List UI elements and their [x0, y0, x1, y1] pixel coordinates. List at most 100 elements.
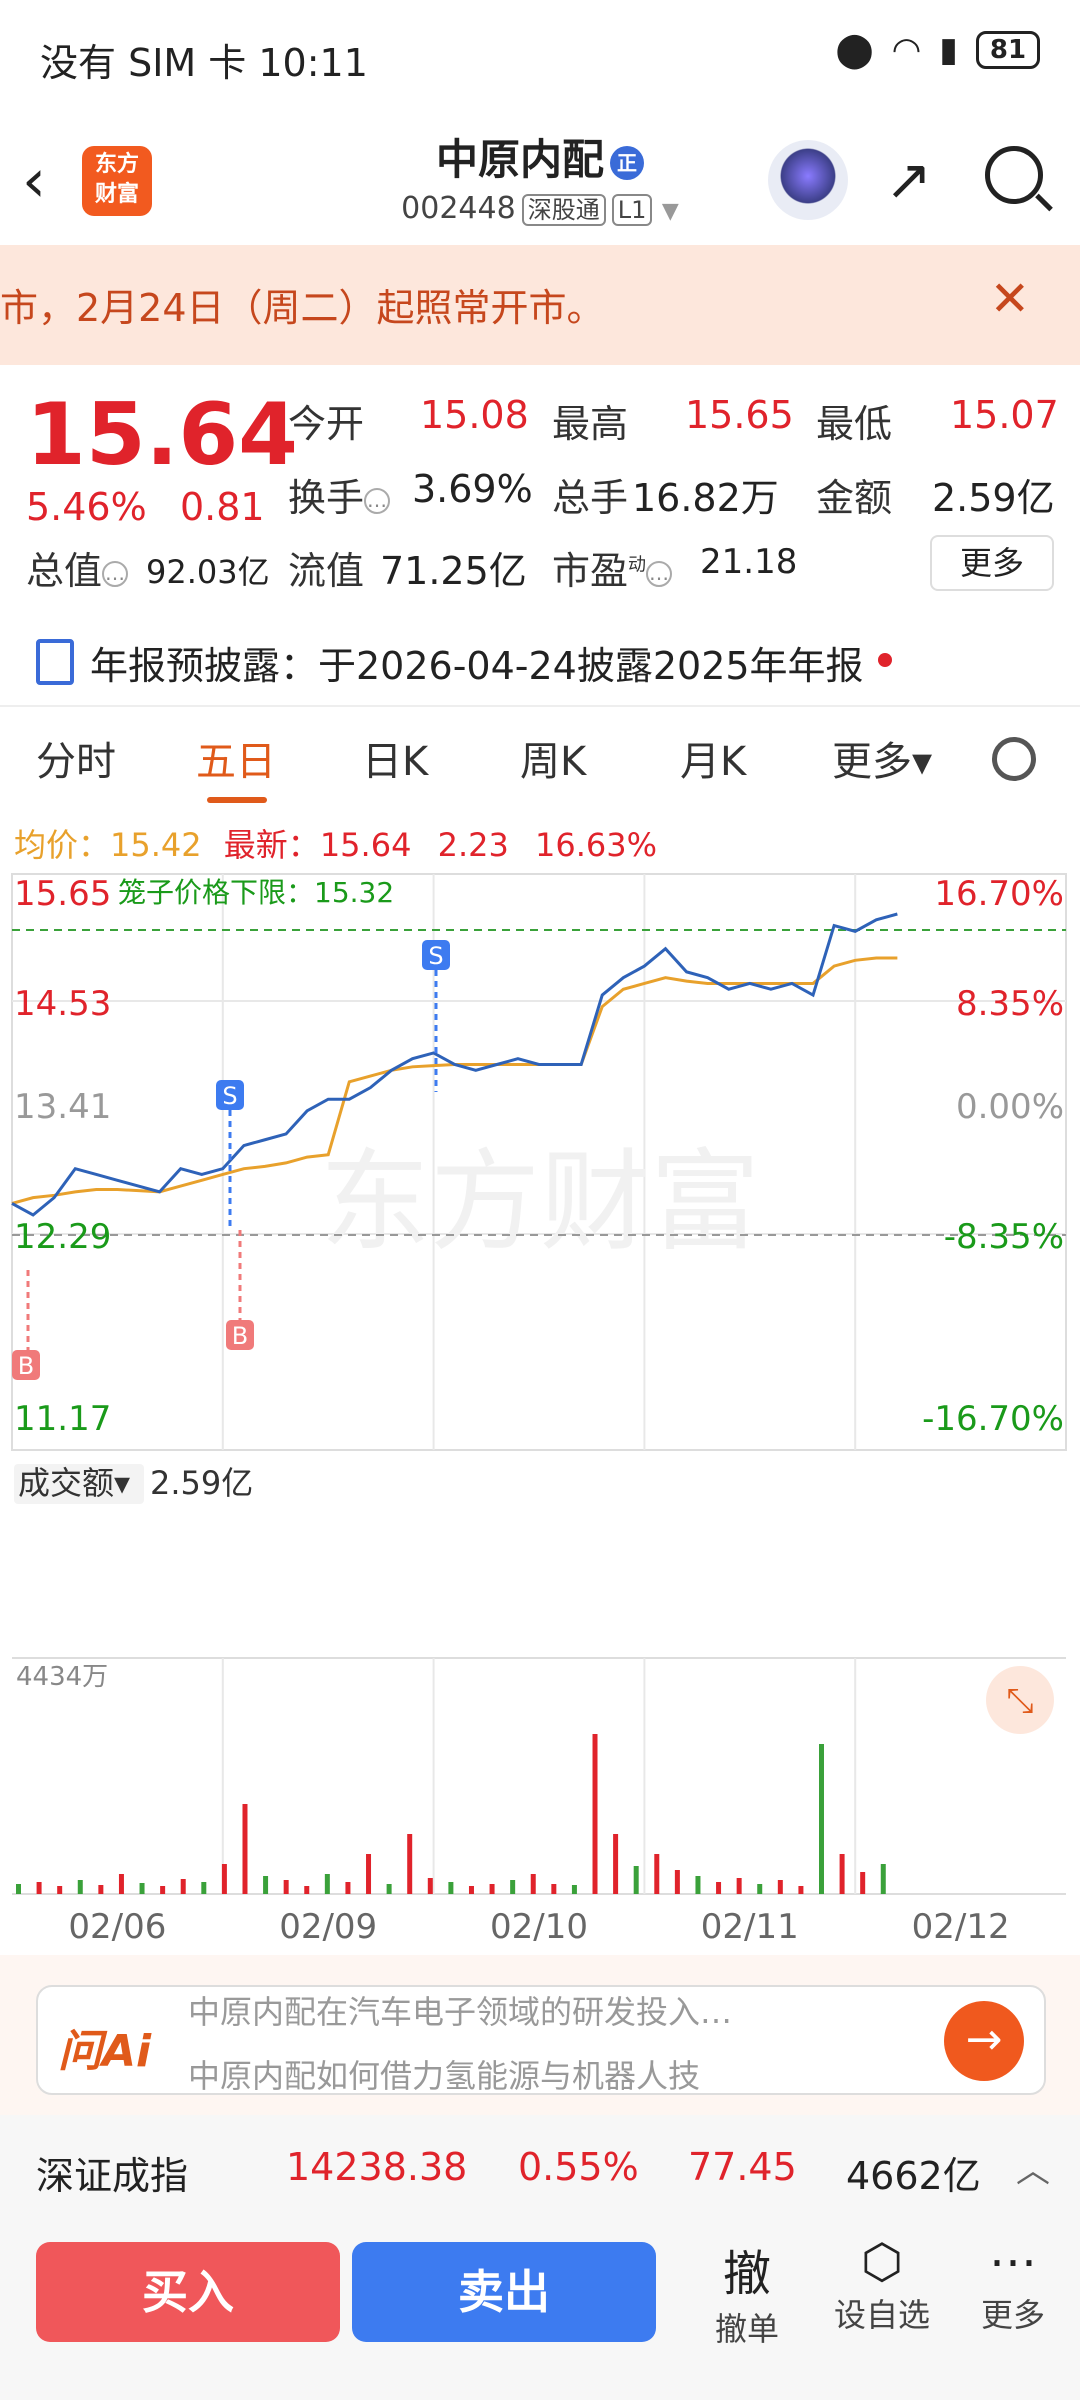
ai-robot-icon[interactable] — [768, 140, 848, 220]
volume-bar — [654, 1854, 660, 1894]
volume-bar — [98, 1885, 104, 1894]
tab-daily-k[interactable]: 日K — [362, 729, 428, 787]
more-button[interactable]: 更多 — [930, 535, 1054, 591]
volume-bar — [489, 1884, 495, 1894]
volume-bar — [468, 1886, 474, 1894]
index-bar[interactable]: 深证成指 14238.38 0.55% 77.45 4662亿 ︿ — [0, 2115, 1080, 2220]
volume-bar — [324, 1874, 330, 1894]
high-label: 最高 — [552, 402, 629, 446]
volume-bar — [757, 1884, 763, 1894]
ai-banner: 问Ai 中原内配在汽车电子领域的研发投入… 中原内配如何借力氢能源与机器人技 → — [0, 1955, 1080, 2115]
quote-panel: 15.64 5.46% 0.81 今开 15.08 最高 15.65 最低 15… — [0, 375, 1080, 615]
amount-label: 金额 — [816, 476, 893, 520]
low-label: 最低 — [816, 402, 893, 446]
turnover-label: 换手… — [288, 467, 391, 522]
volume-bar — [366, 1854, 372, 1894]
index-name: 深证成指 — [36, 2154, 189, 2198]
volume-bar — [695, 1876, 701, 1894]
volume-bar — [221, 1864, 227, 1894]
volume-bar — [160, 1886, 166, 1894]
share-icon[interactable]: ↗ — [885, 148, 932, 213]
unread-dot — [878, 653, 892, 667]
volume-bar — [819, 1744, 825, 1894]
price-tick: 11.17 — [14, 1399, 111, 1439]
volume-bar — [674, 1870, 680, 1894]
volume-bar — [777, 1880, 783, 1894]
volume-bar — [716, 1882, 722, 1894]
add-watchlist-button[interactable]: ⬡ 设自选 — [826, 2234, 938, 2336]
price-change: 0.81 — [180, 485, 265, 529]
tab-five-day[interactable]: 五日 — [196, 729, 276, 787]
high-value: 15.65 — [685, 393, 794, 437]
hexagon-icon: ⬡ — [861, 2234, 903, 2290]
pe-value: 21.18 — [700, 542, 798, 582]
volume-bar — [201, 1882, 207, 1894]
volume-bar — [613, 1834, 619, 1894]
volume-bar — [551, 1884, 557, 1894]
bottom-nav: 买入 卖出 撤 撤单 ⬡ 设自选 ⋯ 更多 — [0, 2220, 1080, 2400]
volume-bar — [839, 1854, 845, 1894]
tag-shenguton: 深股通 — [521, 194, 606, 226]
more-menu-button[interactable]: ⋯ 更多 — [968, 2234, 1058, 2336]
pct-tick: 16.70% — [934, 874, 1064, 914]
close-icon[interactable]: ✕ — [990, 271, 1030, 327]
volume-bar — [407, 1834, 413, 1894]
app-header: ‹ 东方 财富 中原内配正 002448 深股通 L1 ▼ ↗ — [0, 110, 1080, 245]
pct-tick: 8.35% — [956, 984, 1064, 1024]
volume-bar — [427, 1878, 433, 1894]
cancel-order-button[interactable]: 撤 撤单 — [702, 2234, 792, 2350]
tab-weekly-k[interactable]: 周K — [520, 729, 586, 787]
status-bar: 没有 SIM 卡 10:11 ⬤ ◠ ▮ 81 — [0, 0, 1080, 110]
mktcap-value: 92.03亿 — [146, 553, 270, 591]
chart-tabs: 分时 五日 日K 周K 月K 更多▾ — [0, 705, 1080, 807]
date-tick: 02/10 — [490, 1907, 588, 1947]
chevron-up-icon: ︿ — [1016, 2151, 1050, 2191]
volume-bar — [77, 1880, 83, 1894]
disclosure-row[interactable]: 年报预披露：于2026-04-24披露2025年年报 — [0, 625, 1080, 695]
gear-icon[interactable] — [992, 737, 1036, 781]
volume-bar — [798, 1886, 804, 1894]
pct-change: 5.46% — [26, 485, 147, 529]
svg-text:⤡: ⤡ — [1006, 1681, 1033, 1721]
price-tick: 13.41 — [14, 1087, 111, 1127]
ai-card[interactable]: 问Ai 中原内配在汽车电子领域的研发投入… 中原内配如何借力氢能源与机器人技 → — [36, 1985, 1046, 2095]
index-change: 77.45 — [688, 2145, 797, 2189]
arrow-right-icon[interactable]: → — [944, 2001, 1024, 2081]
index-amount: 4662亿 — [846, 2154, 981, 2198]
volume-bar — [592, 1734, 598, 1894]
mktcap-label: 总值… — [26, 540, 129, 595]
wifi-icon: ◠ — [891, 30, 922, 70]
active-tab-underline — [207, 797, 267, 803]
status-icons: ⬤ ◠ ▮ 81 — [836, 30, 1040, 70]
ai-question-2: 中原内配如何借力氢能源与机器人技 — [188, 2057, 701, 2091]
volume-bar — [633, 1866, 639, 1894]
turnover-value: 3.69% — [412, 467, 533, 511]
volume-bar — [36, 1882, 42, 1894]
float-value: 71.25亿 — [380, 549, 527, 593]
watermark: 东方财富 — [320, 1138, 760, 1266]
name-badge: 正 — [610, 145, 644, 180]
pct-tick: 0.00% — [956, 1087, 1064, 1127]
volume-bar — [448, 1882, 454, 1894]
volume-bar — [386, 1884, 392, 1894]
open-label: 今开 — [288, 402, 365, 446]
sell-marker: S — [428, 942, 443, 970]
search-icon[interactable] — [985, 146, 1043, 204]
last-price: 15.64 — [26, 385, 299, 485]
carrier-label: 没有 SIM 卡 10:11 — [40, 41, 368, 85]
sell-button[interactable]: 卖出 — [352, 2242, 656, 2342]
volume-max: 4434万 — [16, 1662, 108, 1692]
tab-intraday[interactable]: 分时 — [36, 729, 116, 787]
tab-more[interactable]: 更多▾ — [832, 729, 932, 787]
tab-monthly-k[interactable]: 月K — [680, 729, 746, 787]
info-icon: … — [102, 560, 129, 587]
volume-total: 2.59亿 — [150, 1464, 253, 1502]
volume-bar — [860, 1872, 866, 1894]
volume-bar — [510, 1880, 516, 1894]
volume-bar — [263, 1876, 269, 1894]
volume-label: 成交额▾ — [18, 1464, 130, 1502]
index-value: 14238.38 — [286, 2145, 468, 2189]
buy-button[interactable]: 买入 — [36, 2242, 340, 2342]
volume-label: 总手 — [552, 476, 629, 520]
five-day-chart[interactable]: 东方财富 笼子价格下限：15.32 15.65 16.70% 14.53 8.35% 1… — [0, 860, 1080, 1960]
